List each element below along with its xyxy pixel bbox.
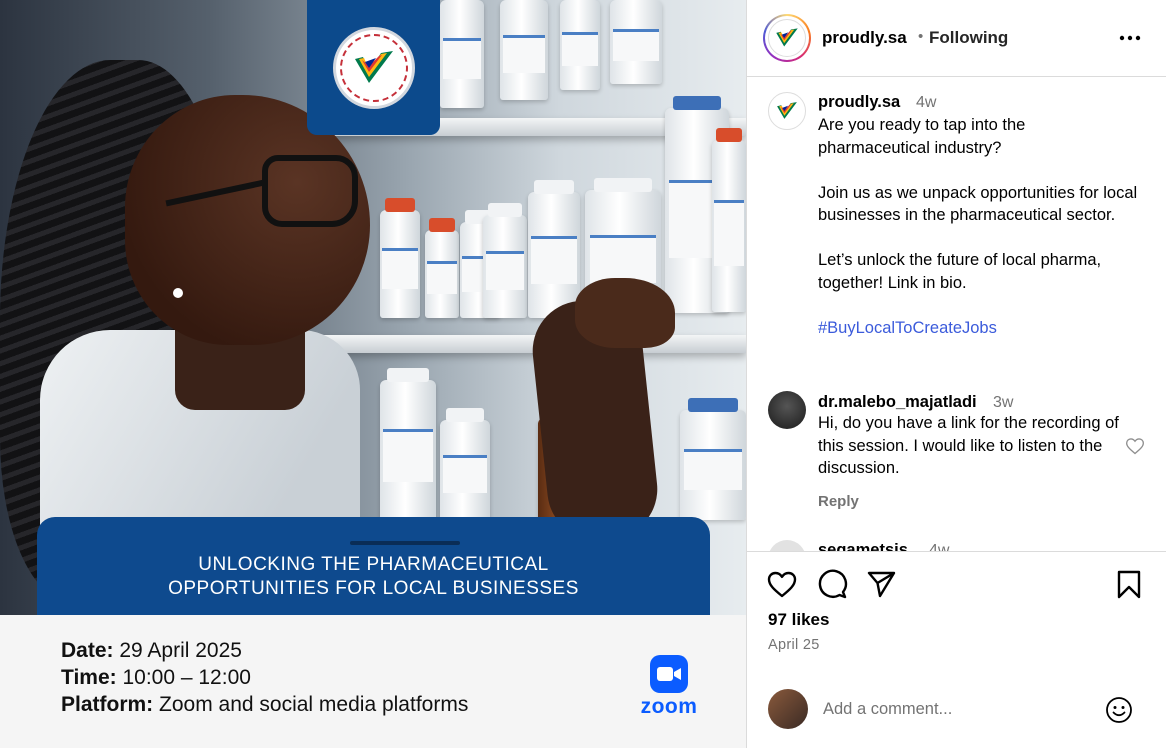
event-date: Date: 29 April 2025 [61,637,468,664]
following-button[interactable]: Following [929,28,1008,48]
comment-timestamp[interactable]: 4w [929,542,949,551]
caption-paragraph-3: Let’s unlock the future of local pharma,… [818,251,1102,292]
time-label: Time: [61,666,117,689]
pharmacist-hand [575,278,675,348]
comments-list[interactable]: proudly.sa 4w Are you ready to tap into … [747,78,1166,551]
header-separator: • [918,28,924,45]
commenter-avatar[interactable] [768,540,806,551]
header-username[interactable]: proudly.sa [822,28,907,48]
comment-username[interactable]: dr.malebo_majatladi [818,393,977,412]
medicine-bottle [528,180,580,318]
checkmark-flag-icon [776,28,798,47]
medicine-bottle [500,0,548,100]
caption-avatar[interactable] [768,92,806,130]
medicine-bottle [610,0,662,84]
medicine-bottle [440,0,484,108]
post-header: proudly.sa • Following [747,0,1166,77]
medicine-bottle [680,398,746,520]
time-value: 10:00 – 12:00 [116,666,251,689]
post-date[interactable]: April 25 [768,637,820,653]
date-label: Date: [61,639,114,662]
profile-avatar[interactable] [763,14,811,62]
brand-logo-tab [307,0,440,135]
comment-text: Hi, do you have a link for the recording… [818,414,1119,477]
caption-paragraph-2: Join us as we unpack opportunities for l… [818,183,1138,225]
comment-timestamp[interactable]: 3w [993,394,1013,412]
event-details: Date: 29 April 2025 Time: 10:00 – 12:00 … [61,637,468,718]
comment-like-heart-icon[interactable] [1125,436,1145,456]
more-horizontal-icon[interactable] [1119,28,1141,48]
caption-username[interactable]: proudly.sa [818,93,900,112]
likes-count[interactable]: 97 likes [768,610,829,630]
medicine-bottle [380,368,436,520]
medicine-bottle [712,128,746,312]
hashtag-link[interactable]: #BuyLocalToCreateJobs [818,317,1138,340]
heart-icon[interactable] [766,568,798,600]
banner-title-line-2: OPPORTUNITIES FOR LOCAL BUSINESSES [168,578,579,599]
post-image[interactable]: UNLOCKING THE PHARMACEUTICAL OPPORTUNITI… [0,0,746,748]
add-comment-bar [747,671,1166,748]
banner-rule [350,541,460,545]
proudly-south-african-logo [768,19,806,57]
checkmark-flag-icon [777,102,797,119]
earring [173,288,183,298]
comment-icon[interactable] [816,568,848,600]
current-user-avatar [768,689,808,729]
event-time: Time: 10:00 – 12:00 [61,664,468,691]
medicine-bottle [483,203,527,318]
bookmark-icon[interactable] [1113,568,1145,600]
post-sidebar: proudly.sa • Following proudly.sa 4w Are… [746,0,1166,748]
medicine-bottle [560,0,600,90]
platform-label: Platform: [61,693,154,716]
date-value: 29 April 2025 [113,639,242,662]
emoji-icon[interactable] [1105,696,1133,724]
post-actions: 97 likes April 25 [747,551,1166,671]
zoom-logo: zoom [636,655,702,719]
comment-username[interactable]: segametsis [818,541,908,551]
event-platform: Platform: Zoom and social media platform… [61,691,468,718]
commenter-avatar[interactable] [768,391,806,429]
reply-button[interactable]: Reply [818,493,859,510]
medicine-bottle [380,198,420,318]
banner-title-line-1: UNLOCKING THE PHARMACEUTICAL [198,554,549,575]
zoom-camera-icon [650,655,688,693]
send-icon[interactable] [865,568,897,600]
comment-input[interactable] [823,697,1093,721]
medicine-bottle [440,408,490,520]
medicine-bottle [425,218,459,318]
zoom-wordmark: zoom [640,695,698,718]
caption-paragraph-1: Are you ready to tap into the pharmaceut… [818,116,1026,157]
platform-value: Zoom and social media platforms [153,693,469,716]
proudly-south-african-logo [332,26,415,109]
caption-timestamp[interactable]: 4w [916,94,936,112]
caption-text: Are you ready to tap into the pharmaceut… [818,114,1138,339]
glasses [262,155,358,227]
